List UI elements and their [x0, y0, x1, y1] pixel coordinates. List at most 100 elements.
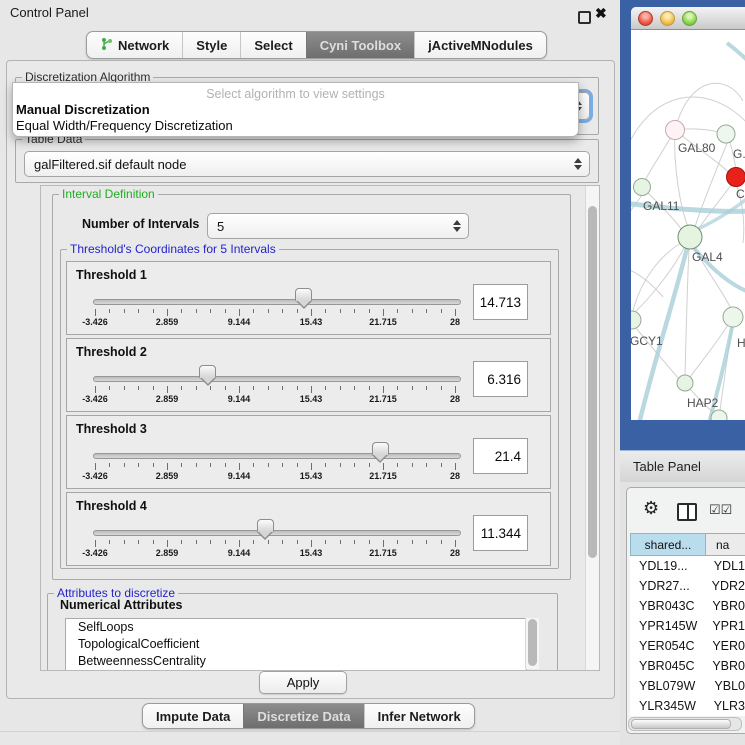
table-cell[interactable]: YBR045C — [630, 659, 702, 673]
slider-tick — [426, 540, 427, 544]
zoom-traffic-light-icon[interactable] — [682, 11, 697, 26]
network-node[interactable] — [723, 307, 743, 327]
slider-tick — [311, 463, 312, 470]
table-row[interactable]: YER054CYER0 — [630, 636, 745, 656]
slider-tick-label: 9.144 — [228, 471, 251, 481]
slider-tick — [181, 309, 182, 313]
column-header-name[interactable]: na — [706, 533, 745, 556]
tab-network[interactable]: Network — [87, 32, 182, 58]
slider-tick — [124, 463, 125, 467]
slider-tick — [383, 386, 384, 393]
table-row[interactable]: YDR27...YDR2 — [630, 576, 745, 596]
algorithm-option-manual[interactable]: Manual Discretization — [16, 102, 150, 117]
threshold-2-slider-thumb[interactable] — [199, 365, 216, 378]
threshold-4-value-field[interactable]: 11.344 — [473, 515, 528, 551]
table-cell[interactable]: YDR2 — [702, 579, 745, 593]
table-cell[interactable]: YDL1 — [704, 559, 745, 573]
table-rows: YDL19...YDL1YDR27...YDR2YBR043CYBR0YPR14… — [630, 556, 745, 716]
slider-tick — [369, 540, 370, 544]
tab-select[interactable]: Select — [240, 32, 305, 58]
scrollbar-thumb[interactable] — [588, 206, 597, 558]
table-cell[interactable]: YBR0 — [702, 659, 745, 673]
tab-impute-data[interactable]: Impute Data — [143, 704, 243, 728]
table-row[interactable]: YBR043CYBR0 — [630, 596, 745, 616]
table-panel-titlebar[interactable]: Table Panel — [620, 450, 745, 482]
slider-tick — [167, 463, 168, 470]
slider-tick — [340, 540, 341, 544]
table-cell[interactable]: YLR3 — [704, 699, 745, 713]
table-cell[interactable]: YPR145W — [630, 619, 702, 633]
slider-tick — [181, 386, 182, 390]
table-row[interactable]: YPR145WYPR1 — [630, 616, 745, 636]
threshold-2-value-field[interactable]: 6.316 — [473, 361, 528, 397]
network-node[interactable] — [727, 168, 745, 187]
slider-tick — [153, 540, 154, 544]
threshold-1-value-field[interactable]: 14.713 — [473, 284, 528, 320]
table-cell[interactable]: YLR345W — [630, 699, 704, 713]
close-traffic-light-icon[interactable] — [638, 11, 653, 26]
minimize-traffic-light-icon[interactable] — [660, 11, 675, 26]
table-row[interactable]: YBR045CYBR0 — [630, 656, 745, 676]
table-row[interactable]: YLR345WYLR3 — [630, 696, 745, 716]
slider-tick — [441, 309, 442, 313]
network-node[interactable] — [677, 375, 693, 391]
attribute-item[interactable]: TopologicalCoefficient — [66, 636, 526, 653]
network-node[interactable] — [666, 121, 685, 140]
table-row[interactable]: YBL079WYBL0 — [630, 676, 745, 696]
table-cell[interactable]: YPR1 — [702, 619, 745, 633]
attribute-item[interactable]: SelfLoops — [66, 619, 526, 636]
tab-infer-network[interactable]: Infer Network — [364, 704, 474, 728]
slider-tick — [225, 540, 226, 544]
column-header-shared-name[interactable]: shared... — [630, 533, 706, 556]
table-cell[interactable]: YDR27... — [630, 579, 702, 593]
slider-tick-label: 9.144 — [228, 317, 251, 327]
scrollbar-thumb[interactable] — [528, 619, 537, 666]
slider-tick — [455, 309, 456, 316]
network-canvas[interactable]: GAL80G.CGAL11GAL4GCY1HHAP2 — [631, 29, 745, 420]
tab-style[interactable]: Style — [182, 32, 240, 58]
close-icon[interactable]: ✖ — [595, 5, 607, 22]
float-window-icon[interactable] — [578, 11, 591, 24]
table-cell[interactable]: YBR0 — [702, 599, 745, 613]
list-scrollbar[interactable] — [525, 618, 539, 669]
table-horizontal-scrollbar[interactable] — [628, 717, 742, 731]
tab-cyni-toolbox[interactable]: Cyni Toolbox — [306, 32, 414, 58]
table-cell[interactable]: YDL19... — [630, 559, 704, 573]
table-cell[interactable]: YBR043C — [630, 599, 702, 613]
table-cell[interactable]: YER054C — [630, 639, 702, 653]
threshold-1-slider-thumb[interactable] — [295, 288, 312, 301]
tab-jactivemnodules[interactable]: jActiveMNodules — [414, 32, 546, 58]
network-node[interactable] — [631, 311, 641, 329]
numerical-attributes-list[interactable]: SelfLoopsTopologicalCoefficientBetweenne… — [65, 618, 527, 671]
network-node[interactable] — [678, 225, 702, 249]
network-node[interactable] — [634, 179, 651, 196]
select-columns-icon[interactable]: ☑☑ — [709, 502, 732, 518]
slider-tick — [253, 540, 254, 544]
algorithm-option-equal-width[interactable]: Equal Width/Frequency Discretization — [16, 118, 233, 133]
threshold-3-slider-thumb[interactable] — [372, 442, 389, 455]
gear-icon[interactable]: ⚙ — [643, 498, 659, 519]
number-of-intervals-combo[interactable]: 5 — [207, 213, 469, 239]
threshold-4-slider-thumb[interactable] — [257, 519, 274, 532]
column-manager-icon[interactable] — [677, 503, 697, 521]
slider-tick — [210, 463, 211, 467]
threshold-1-panel: Threshold 1 -3.4262.8599.14415.4321.7152… — [66, 261, 551, 335]
scrollbar-thumb[interactable] — [631, 719, 731, 729]
table-cell[interactable]: YBL0 — [704, 679, 745, 693]
table-data-combo[interactable]: galFiltered.sif default node — [24, 151, 590, 177]
slider-tick — [426, 309, 427, 313]
network-window-titlebar[interactable] — [631, 7, 745, 30]
settings-scrollbar[interactable] — [585, 186, 599, 670]
apply-button[interactable]: Apply — [259, 671, 347, 694]
slider-tick — [138, 540, 139, 544]
attribute-item[interactable]: BetweennessCentrality — [66, 653, 526, 670]
network-node[interactable] — [717, 125, 735, 143]
slider-tick-label: 21.715 — [369, 394, 397, 404]
table-cell[interactable]: YER0 — [702, 639, 745, 653]
slider-tick — [325, 540, 326, 544]
table-row[interactable]: YDL19...YDL1 — [630, 556, 745, 576]
table-cell[interactable]: YBL079W — [630, 679, 704, 693]
tab-discretize-data[interactable]: Discretize Data — [243, 704, 363, 728]
threshold-3-value-field[interactable]: 21.4 — [473, 438, 528, 474]
network-window-frame: GAL80G.CGAL11GAL4GCY1HHAP2 — [620, 0, 745, 450]
